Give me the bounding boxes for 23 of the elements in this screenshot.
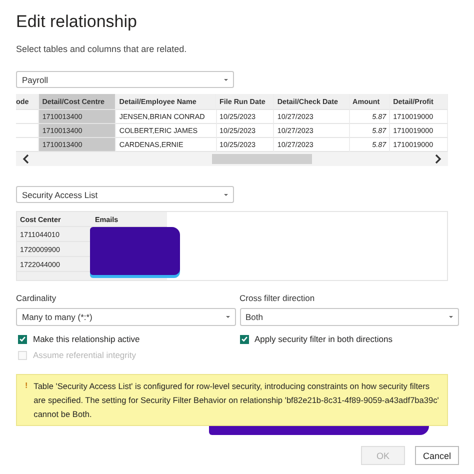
- caret-icon: [224, 78, 228, 80]
- dialog-title: Edit relationship: [16, 11, 138, 33]
- scroll-right-icon[interactable]: [434, 154, 442, 164]
- caret-icon: [224, 194, 228, 196]
- cancel-button[interactable]: Cancel: [415, 446, 459, 465]
- warning-icon: !: [25, 379, 28, 421]
- field-label: Cross filter direction: [240, 293, 316, 303]
- checkbox-label: Make this relationship active: [33, 334, 140, 344]
- table-dropdown[interactable]: Security Access List: [16, 186, 234, 203]
- scrollbar-thumb[interactable]: [212, 154, 312, 164]
- scroll-left-icon[interactable]: [22, 154, 30, 164]
- checkbox[interactable]: [18, 334, 27, 344]
- checkbox-label: Apply security filter in both directions: [254, 334, 392, 344]
- checkbox[interactable]: [240, 334, 248, 344]
- cross-filter-dropdown[interactable]: Both: [240, 308, 459, 326]
- warning-message: Table 'Security Access List' is configured for row-level security, introducing constraints on how security filters are specified. The setting for Security Filter Behavior on relationship 'bf82e21b-8c31-4f89-9059-a43adf7ba39c' cannot be Both.: [34, 380, 439, 421]
- dialog-subtitle: Select tables and columns that are related.: [16, 44, 188, 54]
- checkbox-label: Assume referential integrity: [33, 350, 136, 360]
- caret-icon: [449, 316, 453, 318]
- table-dropdown[interactable]: Payroll: [16, 71, 234, 88]
- caret-icon: [226, 316, 230, 318]
- cardinality-dropdown[interactable]: Many to many (*:*): [16, 308, 236, 326]
- field-label: Cardinality: [16, 293, 58, 303]
